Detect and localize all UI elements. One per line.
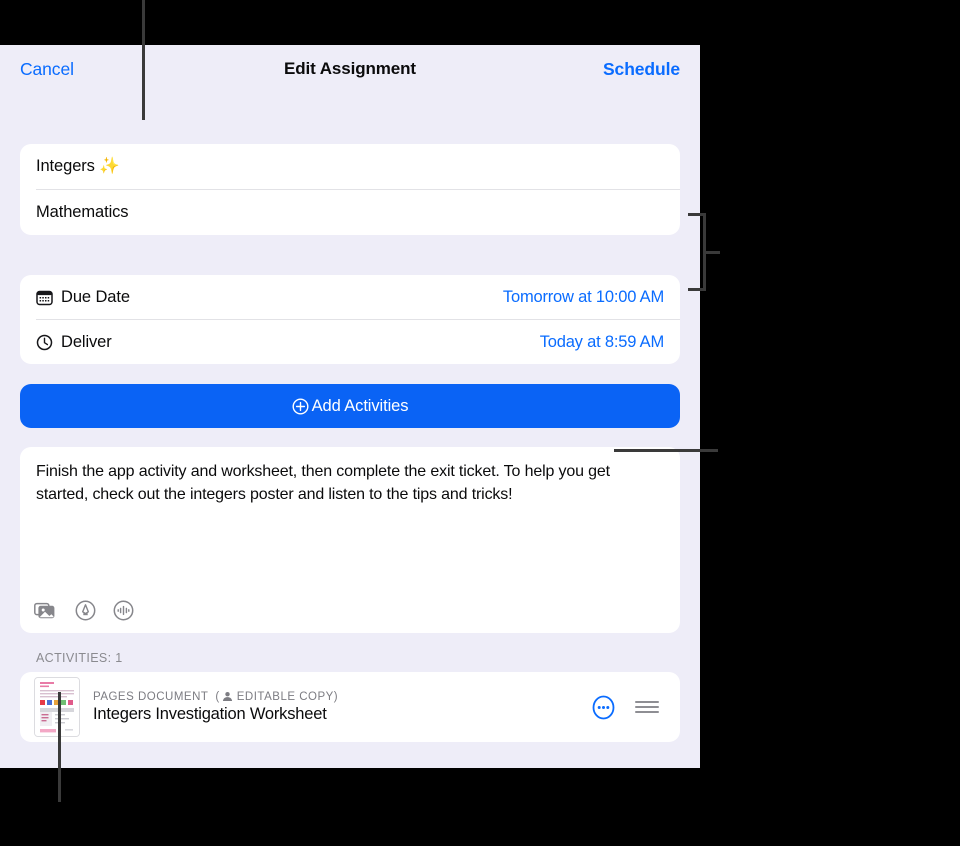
deliver-label-group: Deliver [36, 333, 112, 352]
navigation-bar: Cancel Edit Assignment Schedule [0, 45, 700, 93]
callout-line-activity-thumbnail [58, 692, 61, 802]
deliver-row[interactable]: Deliver Today at 8:59 AM [20, 320, 680, 364]
activity-kind-suffix: EDITABLE COPY) [236, 690, 339, 703]
person-icon [222, 691, 233, 702]
instructions-card[interactable]: Finish the app activity and worksheet, t… [20, 447, 680, 633]
subject-input[interactable]: Mathematics [20, 190, 680, 235]
add-activities-label: Add Activities [311, 396, 409, 415]
due-date-label: Due Date [61, 287, 130, 306]
calendar-icon [36, 289, 53, 306]
photo-library-icon[interactable] [34, 601, 58, 621]
deliver-label: Deliver [61, 332, 112, 351]
activity-meta: PAGES DOCUMENT ( EDITABLE COPY) Integers… [93, 691, 578, 724]
instructions-toolbar [34, 600, 134, 621]
clock-icon [36, 334, 53, 351]
activity-title: Integers Investigation Worksheet [93, 704, 327, 723]
callout-line-title [142, 0, 145, 120]
document-thumbnail [34, 677, 80, 737]
activity-row[interactable]: PAGES DOCUMENT ( EDITABLE COPY) Integers… [20, 672, 680, 742]
activity-kind-prefix: PAGES DOCUMENT [93, 690, 209, 703]
page-title: Edit Assignment [284, 59, 416, 78]
activity-actions [591, 695, 666, 720]
activities-section-label: ACTIVITIES: 1 [36, 651, 123, 665]
audio-record-icon[interactable] [113, 600, 134, 621]
edit-assignment-panel: Cancel Edit Assignment Schedule Integers… [0, 45, 700, 768]
activity-kind-line: PAGES DOCUMENT ( EDITABLE COPY) [93, 691, 578, 703]
due-date-row[interactable]: Due Date Tomorrow at 10:00 AM [20, 275, 680, 319]
dates-card: Due Date Tomorrow at 10:00 AM Deliver To… [20, 275, 680, 364]
due-date-label-group: Due Date [36, 288, 130, 307]
activity-kind-open-paren: ( [215, 690, 220, 703]
callout-bracket-dates [688, 213, 720, 291]
add-activities-button[interactable]: Add Activities [20, 384, 680, 428]
plus-circle-icon [292, 397, 309, 415]
drag-handle-icon[interactable] [634, 698, 660, 716]
due-date-value[interactable]: Tomorrow at 10:00 AM [503, 288, 664, 307]
schedule-button[interactable]: Schedule [603, 59, 680, 80]
more-ellipsis-icon[interactable] [591, 695, 616, 720]
cancel-button[interactable]: Cancel [20, 59, 74, 80]
markup-pen-icon[interactable] [75, 600, 96, 621]
assignment-title-input[interactable]: Integers ✨ [20, 144, 680, 189]
instructions-text[interactable]: Finish the app activity and worksheet, t… [36, 461, 664, 506]
callout-line-instructions [614, 449, 718, 452]
deliver-value[interactable]: Today at 8:59 AM [540, 333, 664, 352]
assignment-details-card: Integers ✨ Mathematics [20, 144, 680, 235]
